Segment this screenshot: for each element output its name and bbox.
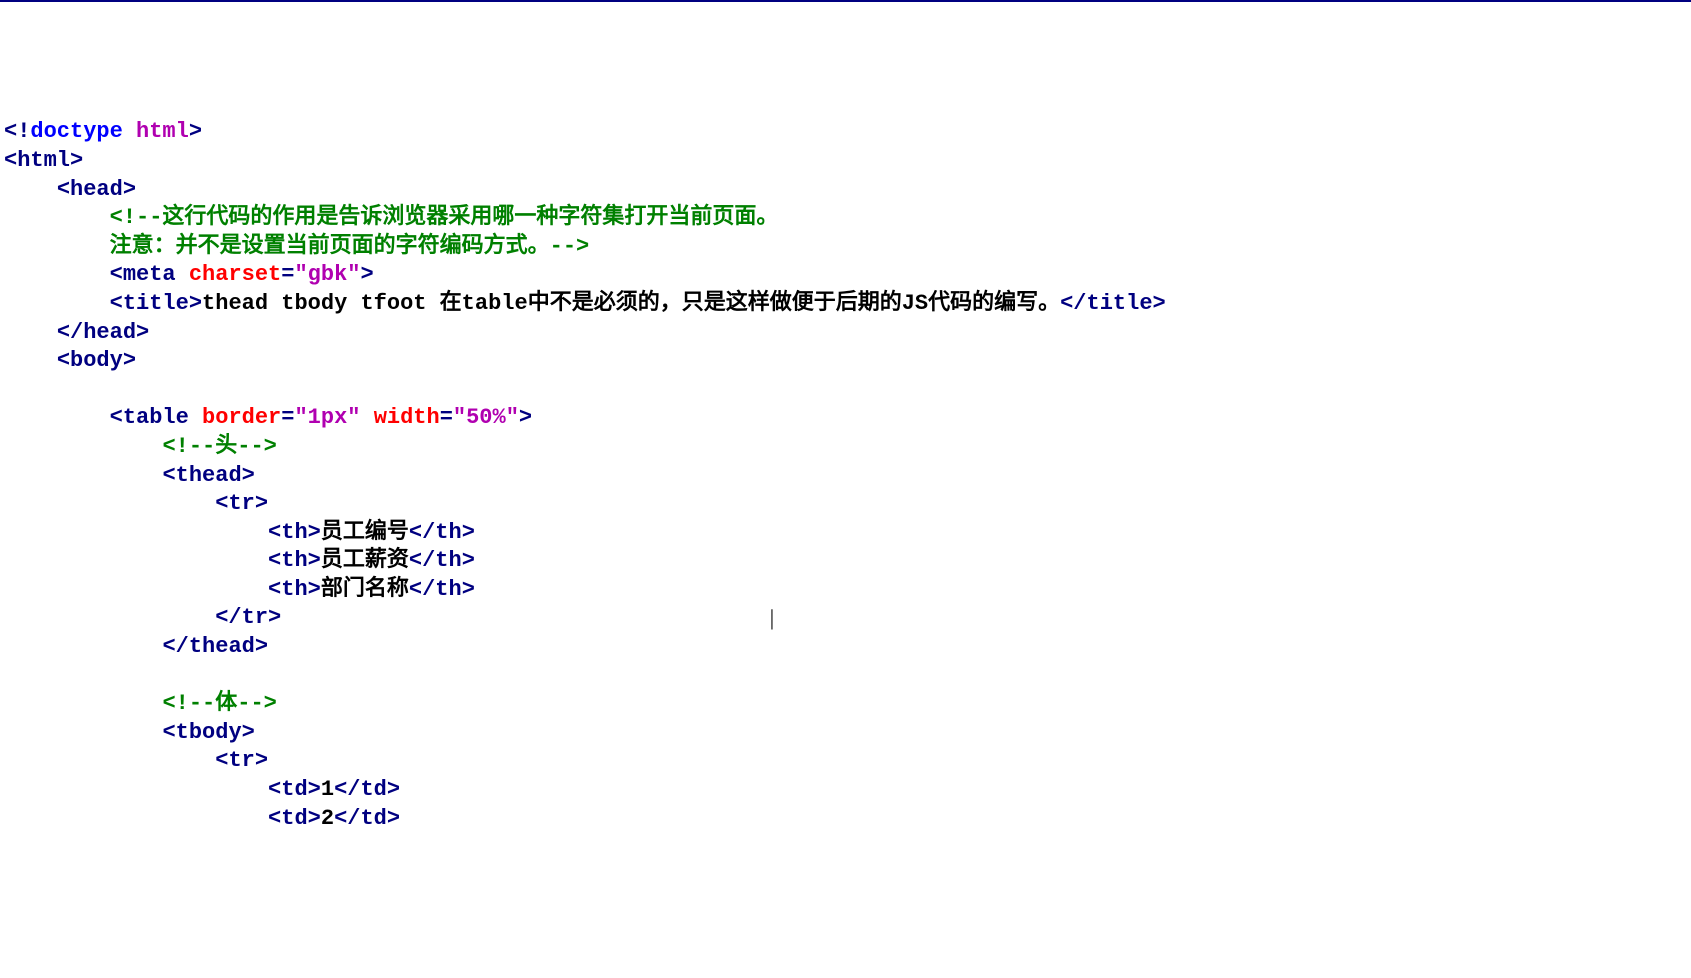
td-2: 2 bbox=[321, 806, 334, 831]
doctype-open: <! bbox=[4, 119, 30, 144]
comment-thead: <!--头--> bbox=[162, 434, 276, 459]
border-attr: border bbox=[202, 405, 281, 430]
td-1: 1 bbox=[321, 777, 334, 802]
comment-charset-1: <!--这行代码的作用是告诉浏览器采用哪一种字符集打开当前页面。 bbox=[110, 205, 779, 230]
charset-attr: charset bbox=[189, 262, 281, 287]
width-attr: width bbox=[374, 405, 440, 430]
doctype-keyword: doctype bbox=[30, 119, 122, 144]
border-value: "1px" bbox=[294, 405, 360, 430]
html-open: html bbox=[17, 148, 70, 173]
comment-charset-2: 注意：并不是设置当前页面的字符编码方式。--> bbox=[110, 234, 590, 259]
meta-tag: meta bbox=[123, 262, 176, 287]
code-editor[interactable]: <!doctype html> <html> <head> <!--这行代码的作… bbox=[0, 116, 1691, 835]
tr-close: tr bbox=[242, 605, 268, 630]
table-open: table bbox=[123, 405, 189, 430]
head-open: head bbox=[70, 177, 123, 202]
thead-open: thead bbox=[176, 463, 242, 488]
head-close: head bbox=[83, 320, 136, 345]
tr-open: tr bbox=[228, 491, 254, 516]
th-2: 员工薪资 bbox=[321, 548, 409, 573]
text-cursor bbox=[770, 607, 771, 629]
comment-tbody: <!--体--> bbox=[162, 691, 276, 716]
body-open: body bbox=[70, 348, 123, 373]
doctype-value: html bbox=[136, 119, 189, 144]
th-3: 部门名称 bbox=[321, 577, 409, 602]
title-open: title bbox=[123, 291, 189, 316]
tbody-open: tbody bbox=[176, 720, 242, 745]
thead-close: thead bbox=[189, 634, 255, 659]
title-text: thead tbody tfoot 在table中不是必须的，只是这样做便于后期… bbox=[202, 291, 1060, 316]
th-1: 员工编号 bbox=[321, 520, 409, 545]
width-value: "50%" bbox=[453, 405, 519, 430]
tr-open-2: tr bbox=[228, 748, 254, 773]
charset-value: "gbk" bbox=[294, 262, 360, 287]
title-close: title bbox=[1087, 291, 1153, 316]
